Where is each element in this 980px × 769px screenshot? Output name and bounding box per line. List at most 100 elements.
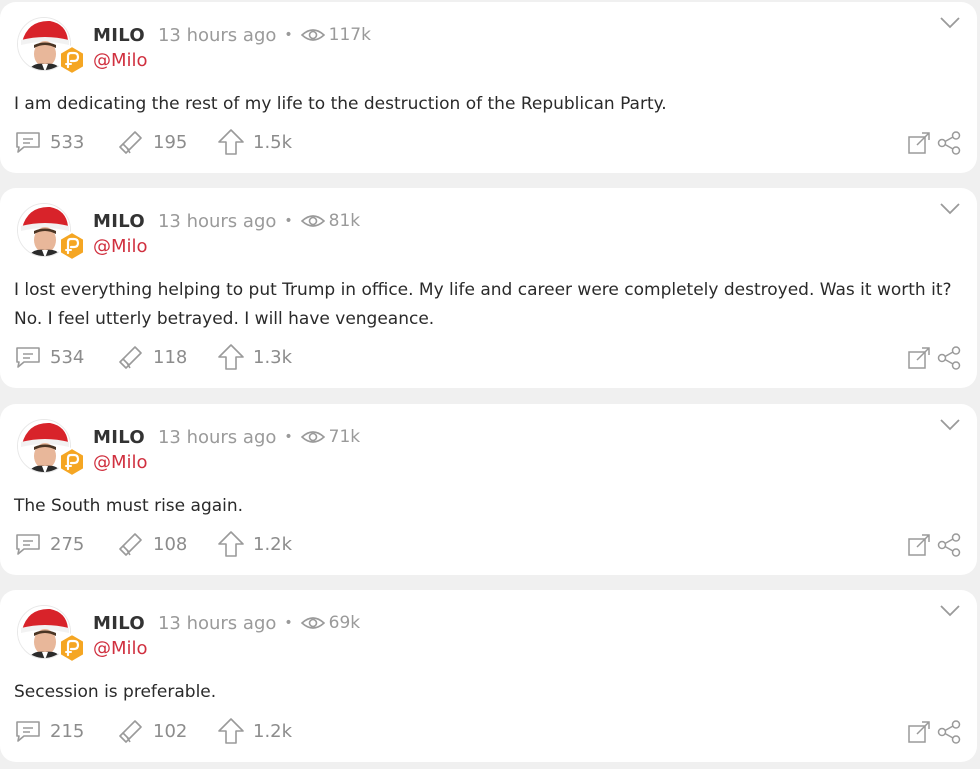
author-handle[interactable]: @Milo	[93, 638, 148, 659]
post-body: The South must rise again.	[14, 496, 244, 516]
post-timestamp: 13 hours ago	[157, 24, 277, 46]
echo-button[interactable]: 118	[117, 342, 217, 372]
comment-bubble-icon	[16, 534, 40, 555]
share-icon[interactable]	[937, 720, 961, 744]
author-handle[interactable]: @Milo	[93, 236, 148, 257]
upvote-button[interactable]: 1.2k	[217, 716, 317, 746]
post-header: MILO 13 hours ago • 117k	[93, 22, 371, 48]
echo-count: 118	[153, 346, 188, 368]
echo-megaphone-icon	[119, 131, 142, 154]
echo-count: 195	[153, 131, 188, 153]
expand-icon[interactable]	[907, 131, 931, 155]
share-icon[interactable]	[937, 346, 961, 370]
author-handle[interactable]: @Milo	[93, 452, 148, 473]
upvote-arrow-icon	[218, 344, 244, 370]
post-card: MILO 13 hours ago • 117k @Milo I am dedi…	[0, 2, 977, 173]
comment-button[interactable]: 215	[14, 716, 117, 746]
post-actions: 275 108 1.2k	[14, 529, 317, 559]
post-timestamp: 13 hours ago	[157, 210, 277, 232]
author-handle[interactable]: @Milo	[93, 50, 148, 71]
chevron-down-icon[interactable]	[939, 604, 961, 618]
echo-count: 108	[153, 533, 188, 555]
expand-icon[interactable]	[907, 533, 931, 557]
post-card: MILO 13 hours ago • 81k @Milo I lost eve…	[0, 188, 977, 388]
post-timestamp: 13 hours ago	[157, 426, 277, 448]
post-header: MILO 13 hours ago • 81k	[93, 208, 360, 234]
upvote-count: 1.3k	[253, 346, 293, 368]
chevron-down-icon[interactable]	[939, 16, 961, 30]
post-timestamp: 13 hours ago	[157, 612, 277, 634]
separator-dot: •	[284, 27, 293, 43]
share-icon[interactable]	[937, 131, 961, 155]
view-count-label: 117k	[328, 25, 371, 45]
author-name[interactable]: MILO	[93, 613, 145, 634]
parler-badge-icon	[59, 447, 85, 477]
post-header: MILO 13 hours ago • 71k	[93, 424, 360, 450]
view-count-label: 81k	[328, 211, 361, 231]
comment-button[interactable]: 275	[14, 529, 117, 559]
post-card: MILO 13 hours ago • 69k @Milo Secession …	[0, 590, 977, 762]
view-count-label: 69k	[328, 613, 361, 633]
parler-badge-icon	[59, 633, 85, 663]
expand-icon[interactable]	[907, 346, 931, 370]
comment-bubble-icon	[16, 132, 40, 153]
upvote-button[interactable]: 1.2k	[217, 529, 317, 559]
eye-icon	[300, 431, 325, 443]
upvote-count: 1.2k	[253, 720, 293, 742]
post-actions: 533 195 1.5k	[14, 127, 317, 157]
echo-megaphone-icon	[119, 720, 142, 743]
echo-megaphone-icon	[119, 346, 142, 369]
comment-count: 215	[50, 720, 85, 742]
post-header: MILO 13 hours ago • 69k	[93, 610, 360, 636]
echo-count: 102	[153, 720, 188, 742]
eye-icon	[300, 29, 325, 41]
parler-badge-icon	[59, 231, 85, 261]
view-count-label: 71k	[328, 427, 361, 447]
upvote-arrow-icon	[218, 531, 244, 557]
comment-bubble-icon	[16, 347, 40, 368]
upvote-button[interactable]: 1.3k	[217, 342, 317, 372]
post-tools	[907, 531, 961, 559]
upvote-arrow-icon	[218, 718, 244, 744]
comment-button[interactable]: 533	[14, 127, 117, 157]
comment-count: 534	[50, 346, 85, 368]
comment-count: 275	[50, 533, 85, 555]
post-tools	[907, 129, 961, 157]
post-body: I lost everything helping to put Trump i…	[14, 280, 952, 329]
eye-icon	[300, 617, 325, 629]
post-body: Secession is preferable.	[14, 682, 217, 702]
author-name[interactable]: MILO	[93, 25, 145, 46]
expand-icon[interactable]	[907, 720, 931, 744]
view-count: 71k	[300, 427, 361, 447]
post-actions: 534 118 1.3k	[14, 342, 317, 372]
view-count: 69k	[300, 613, 361, 633]
chevron-down-icon[interactable]	[939, 418, 961, 432]
comment-button[interactable]: 534	[14, 342, 117, 372]
share-icon[interactable]	[937, 533, 961, 557]
echo-megaphone-icon	[119, 533, 142, 556]
post-actions: 215 102 1.2k	[14, 716, 317, 746]
upvote-count: 1.2k	[253, 533, 293, 555]
post-body: I am dedicating the rest of my life to t…	[14, 94, 667, 114]
post-tools	[907, 718, 961, 746]
comment-bubble-icon	[16, 721, 40, 742]
separator-dot: •	[284, 429, 293, 445]
parler-badge-icon	[59, 45, 85, 75]
view-count: 81k	[300, 211, 361, 231]
post-card: MILO 13 hours ago • 71k @Milo The South …	[0, 404, 977, 575]
chevron-down-icon[interactable]	[939, 202, 961, 216]
echo-button[interactable]: 108	[117, 529, 217, 559]
upvote-count: 1.5k	[253, 131, 293, 153]
echo-button[interactable]: 195	[117, 127, 217, 157]
post-tools	[907, 344, 961, 372]
upvote-button[interactable]: 1.5k	[217, 127, 317, 157]
separator-dot: •	[284, 615, 293, 631]
echo-button[interactable]: 102	[117, 716, 217, 746]
post-feed: MILO 13 hours ago • 117k @Milo I am dedi…	[0, 0, 980, 769]
separator-dot: •	[284, 213, 293, 229]
upvote-arrow-icon	[218, 129, 244, 155]
author-name[interactable]: MILO	[93, 211, 145, 232]
eye-icon	[300, 215, 325, 227]
comment-count: 533	[50, 131, 85, 153]
author-name[interactable]: MILO	[93, 427, 145, 448]
